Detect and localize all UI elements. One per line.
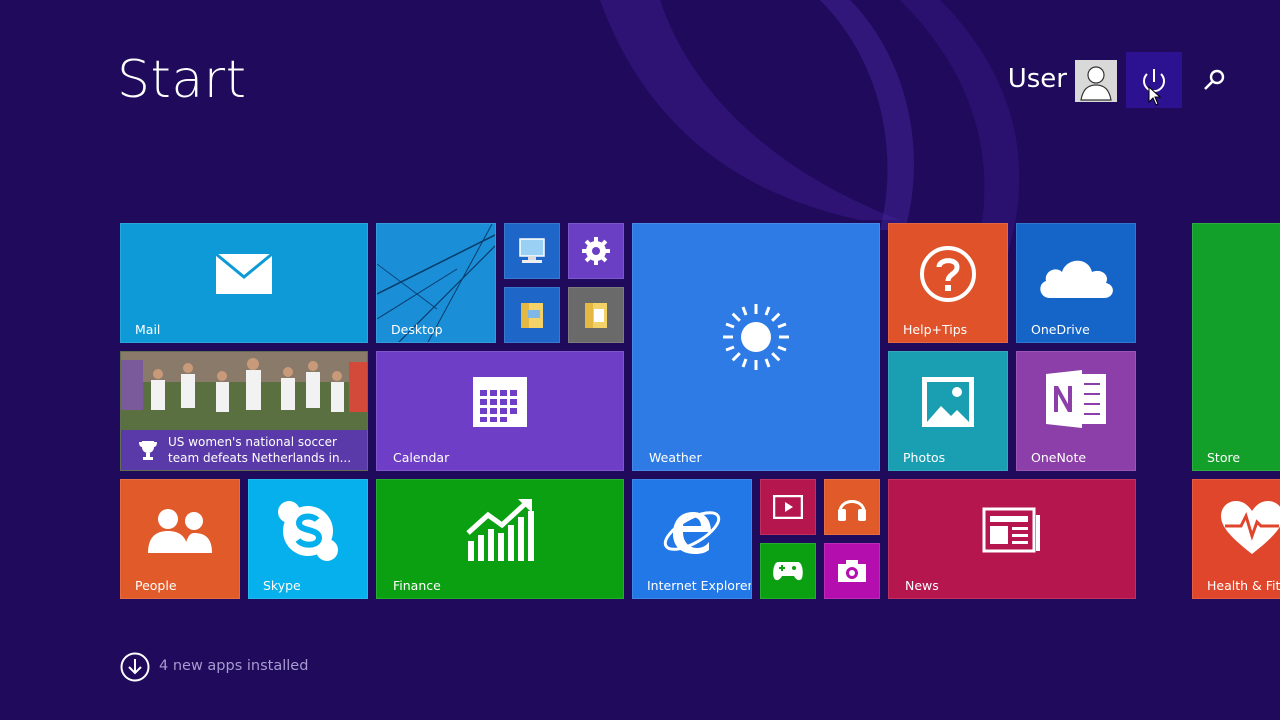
all-apps-button[interactable] <box>120 652 150 682</box>
game-controller-icon <box>773 562 803 581</box>
chart-icon <box>466 498 534 561</box>
tile-label: Weather <box>649 450 702 465</box>
tile-music[interactable] <box>824 479 880 535</box>
tile-mail[interactable]: Mail <box>120 223 368 343</box>
newspaper-icon <box>982 507 1040 553</box>
tile-label: Desktop <box>391 322 443 337</box>
tile-label: Help+Tips <box>903 322 968 337</box>
gear-icon <box>582 237 610 265</box>
tile-file-explorer[interactable] <box>504 287 560 343</box>
tile-weather[interactable]: Weather <box>632 223 880 471</box>
camera-icon <box>838 560 866 582</box>
tile-people[interactable]: People <box>120 479 240 599</box>
tile-label: Finance <box>393 578 441 593</box>
question-icon <box>920 245 976 302</box>
tile-label: OneNote <box>1031 450 1087 465</box>
documents-folder-icon <box>585 303 607 328</box>
news-caption: US women's national soccer team defeats … <box>121 430 367 470</box>
skype-icon <box>278 500 338 561</box>
start-screen: Start User Mail Desktop Weather Help+Tip… <box>0 0 1280 720</box>
tile-documents[interactable] <box>568 287 624 343</box>
search-button[interactable] <box>1196 62 1232 98</box>
tile-calendar[interactable]: Calendar <box>376 351 624 471</box>
cloud-icon <box>1040 260 1113 298</box>
headphones-icon <box>838 500 866 521</box>
search-icon <box>1204 69 1225 90</box>
down-arrow-circle-icon <box>120 652 150 682</box>
tile-finance[interactable]: Finance <box>376 479 624 599</box>
tile-help-tips[interactable]: Help+Tips <box>888 223 1008 343</box>
tile-label: Skype <box>263 578 301 593</box>
tile-health-fitness[interactable]: Health & Fitne <box>1192 479 1280 599</box>
avatar[interactable] <box>1075 60 1117 102</box>
user-name[interactable]: User <box>1008 64 1067 94</box>
tile-skype[interactable]: Skype <box>248 479 368 599</box>
tile-label: People <box>135 578 177 593</box>
news-headline-line1: US women's national soccer <box>168 435 337 449</box>
tile-news[interactable]: News <box>888 479 1136 599</box>
tile-news-photo[interactable]: US women's national soccer team defeats … <box>120 351 368 471</box>
ie-icon <box>663 510 721 554</box>
tile-onedrive[interactable]: OneDrive <box>1016 223 1136 343</box>
tile-label: Photos <box>903 450 946 465</box>
onenote-icon <box>1046 370 1106 429</box>
computer-icon <box>519 238 545 263</box>
tile-label: Calendar <box>393 450 450 465</box>
tile-this-pc[interactable] <box>504 223 560 279</box>
tile-onenote[interactable]: OneNote <box>1016 351 1136 471</box>
news-headline-line2: team defeats Netherlands in... <box>168 451 352 465</box>
tile-label: Mail <box>135 322 161 337</box>
picture-icon <box>922 376 974 427</box>
tile-store[interactable]: Store <box>1192 223 1280 471</box>
video-icon <box>773 495 803 519</box>
mouse-cursor-icon <box>1148 86 1162 106</box>
tile-photos[interactable]: Photos <box>888 351 1008 471</box>
news-headline: US women's national soccer team defeats … <box>168 434 358 466</box>
tile-internet-explorer[interactable]: Internet Explorer <box>632 479 752 599</box>
heart-icon <box>1221 501 1280 554</box>
trophy-icon <box>139 441 157 460</box>
envelope-icon <box>215 252 273 294</box>
tile-label: Store <box>1207 450 1241 465</box>
user-avatar-icon <box>1075 60 1117 102</box>
tile-label: OneDrive <box>1031 322 1090 337</box>
new-apps-installed-text[interactable]: 4 new apps installed <box>159 658 308 674</box>
people-icon <box>148 508 212 553</box>
page-title: Start <box>117 50 247 110</box>
sun-icon <box>723 304 789 371</box>
tile-label: News <box>905 578 939 593</box>
tile-desktop[interactable]: Desktop <box>376 223 496 343</box>
tile-label: Internet Explorer <box>647 578 752 593</box>
folder-icon <box>521 303 543 328</box>
tile-camera[interactable] <box>824 543 880 599</box>
tile-video[interactable] <box>760 479 816 535</box>
tile-games[interactable] <box>760 543 816 599</box>
tile-pc-settings[interactable] <box>568 223 624 279</box>
news-photo-image <box>121 352 367 432</box>
tile-label: Health & Fitne <box>1207 578 1280 593</box>
calendar-icon <box>473 376 527 427</box>
